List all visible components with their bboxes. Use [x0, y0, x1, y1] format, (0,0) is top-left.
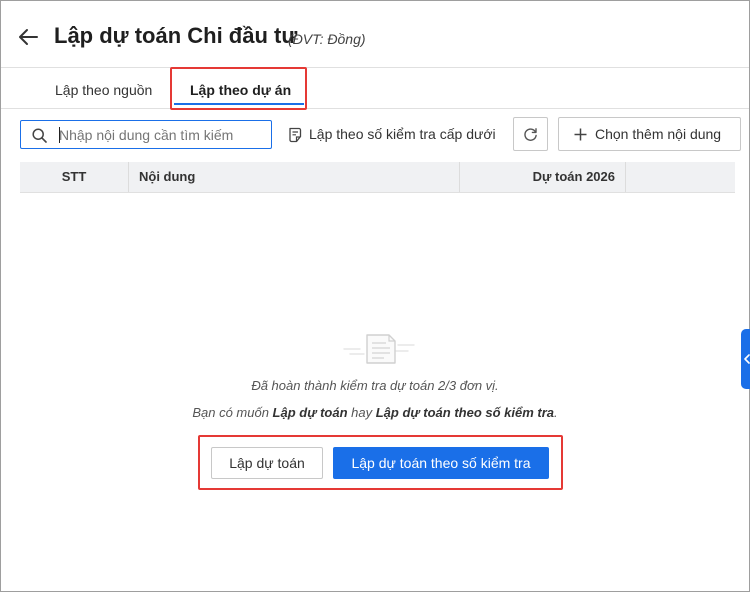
toolbar: Lập theo số kiểm tra cấp dưới Chọn thêm …	[1, 117, 749, 153]
tab-highlight-box	[170, 67, 307, 110]
header: Lập dự toán Chi đầu tư (ĐVT: Đồng)	[1, 1, 749, 68]
question-suffix: .	[554, 405, 558, 420]
search-input[interactable]	[59, 123, 264, 146]
question-middle: hay	[347, 405, 376, 420]
back-arrow-icon[interactable]	[17, 26, 39, 48]
empty-state-question: Bạn có muốn Lập dự toán hay Lập dự toán …	[1, 405, 749, 420]
column-header-stt: STT	[61, 169, 87, 184]
question-option-by-check: Lập dự toán theo số kiểm tra	[375, 405, 555, 420]
question-prefix: Bạn có muốn	[192, 405, 273, 420]
refresh-icon	[524, 128, 537, 141]
refresh-button[interactable]	[513, 117, 548, 151]
tab-by-source[interactable]: Lập theo nguồn	[55, 82, 152, 98]
question-option-estimate: Lập dự toán	[272, 405, 348, 420]
check-by-subordinate-label: Lập theo số kiểm tra cấp dưới	[309, 126, 496, 142]
table-header: STT Nội dung Dự toán 2026	[20, 162, 735, 193]
column-header-extra	[625, 162, 735, 192]
dialog-window: Lập dự toán Chi đầu tư (ĐVT: Đồng) Lập t…	[0, 0, 750, 592]
currency-unit: (ĐVT: Đồng)	[288, 31, 366, 47]
page-title: Lập dự toán Chi đầu tư	[54, 23, 298, 48]
tab-bar: Lập theo nguồn Lập theo dự án	[1, 68, 749, 109]
plus-icon	[574, 128, 587, 141]
create-estimate-by-check-button[interactable]: Lập dự toán theo số kiểm tra	[333, 447, 549, 479]
chevron-left-icon	[744, 354, 750, 364]
search-box[interactable]	[20, 120, 272, 149]
add-content-label: Chọn thêm nội dung	[595, 126, 722, 142]
add-content-button[interactable]: Chọn thêm nội dung	[558, 117, 741, 151]
column-header-content: Nội dung	[128, 162, 459, 192]
text-cursor	[59, 127, 60, 143]
empty-state-message: Đã hoàn thành kiểm tra dự toán 2/3 đơn v…	[251, 378, 499, 393]
column-header-estimate: Dự toán 2026	[459, 162, 625, 192]
empty-document-icon	[343, 334, 415, 364]
search-icon	[32, 128, 47, 143]
checklist-icon	[289, 127, 302, 143]
side-panel-toggle[interactable]	[741, 329, 750, 389]
create-estimate-button[interactable]: Lập dự toán	[211, 447, 323, 479]
